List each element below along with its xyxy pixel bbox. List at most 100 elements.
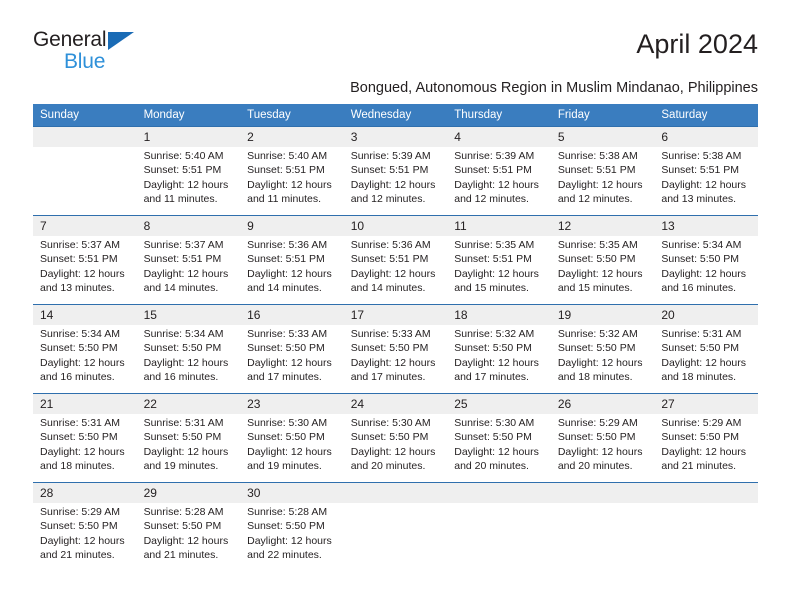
daylight-text-line1: Daylight: 12 hours [350, 178, 436, 191]
calendar-day-cell[interactable]: 28 Sunrise: 5:29 AM Sunset: 5:50 PM Dayligh… [33, 482, 137, 571]
calendar-day-cell[interactable]: 14 Sunrise: 5:34 AM Sunset: 5:50 PM Dayligh… [33, 304, 137, 394]
day-number: 13 [654, 216, 758, 236]
daylight-text-line2: and 13 minutes. [661, 192, 737, 205]
sunset-text: Sunset: 5:50 PM [661, 431, 740, 444]
calendar-day-cell[interactable]: 23 Sunrise: 5:30 AM Sunset: 5:50 PM Dayligh… [240, 393, 344, 483]
calendar-day-cell[interactable]: 6 Sunrise: 5:38 AM Sunset: 5:51 PM Daylight… [654, 126, 758, 216]
daylight-text-line1: Daylight: 12 hours [247, 534, 332, 547]
calendar-day-cell[interactable]: 19 Sunrise: 5:32 AM Sunset: 5:50 PM Dayligh… [550, 304, 655, 394]
daylight-text-line2: and 21 minutes. [40, 548, 115, 561]
sunset-text: Sunset: 5:51 PM [661, 164, 740, 177]
day-number [33, 127, 137, 147]
calendar-day-cell[interactable]: 11 Sunrise: 5:35 AM Sunset: 5:51 PM Dayligh… [447, 215, 551, 305]
calendar-day-cell[interactable]: 15 Sunrise: 5:34 AM Sunset: 5:50 PM Dayligh… [136, 304, 241, 394]
daylight-text-line2: and 19 minutes. [247, 459, 322, 472]
calendar-day-cell[interactable]: 10 Sunrise: 5:36 AM Sunset: 5:51 PM Dayligh… [343, 215, 448, 305]
generalblue-logo[interactable]: General Blue [33, 28, 183, 76]
day-number: 7 [33, 216, 137, 236]
calendar-day-cell[interactable]: 1 Sunrise: 5:40 AM Sunset: 5:51 PM Daylight… [136, 126, 241, 216]
day-number: 9 [240, 216, 344, 236]
daylight-text-line1: Daylight: 12 hours [143, 534, 229, 547]
calendar-day-cell[interactable]: 9 Sunrise: 5:36 AM Sunset: 5:51 PM Daylight… [240, 215, 344, 305]
sunset-text: Sunset: 5:50 PM [247, 431, 325, 444]
daylight-text-line1: Daylight: 12 hours [557, 445, 643, 458]
calendar-day-cell[interactable]: 17 Sunrise: 5:33 AM Sunset: 5:50 PM Dayligh… [343, 304, 448, 394]
calendar-day-cell[interactable]: 16 Sunrise: 5:33 AM Sunset: 5:50 PM Dayligh… [240, 304, 344, 394]
calendar-day-cell[interactable]: 7 Sunrise: 5:37 AM Sunset: 5:51 PM Daylight… [33, 215, 137, 305]
sunset-text: Sunset: 5:50 PM [350, 431, 429, 444]
sunrise-text: Sunrise: 5:34 AM [661, 239, 742, 251]
daylight-text-line2: and 16 minutes. [40, 370, 115, 383]
day-details: Sunrise: 5:28 AM Sunset: 5:50 PM Daylight:… [240, 503, 344, 562]
day-number: 22 [136, 394, 241, 414]
sunset-text: Sunset: 5:50 PM [557, 342, 636, 355]
daylight-text-line2: and 12 minutes. [454, 192, 529, 205]
day-number: 12 [550, 216, 655, 236]
day-number: 17 [343, 305, 448, 325]
sunset-text: Sunset: 5:51 PM [247, 164, 325, 177]
sunrise-text: Sunrise: 5:39 AM [454, 150, 535, 162]
sunset-text: Sunset: 5:50 PM [454, 342, 532, 355]
calendar-day-cell[interactable]: 25 Sunrise: 5:30 AM Sunset: 5:50 PM Dayligh… [447, 393, 551, 483]
calendar-day-cell[interactable]: 30 Sunrise: 5:28 AM Sunset: 5:50 PM Dayligh… [240, 482, 344, 571]
day-number: 30 [240, 483, 344, 503]
calendar-day-cell[interactable]: 18 Sunrise: 5:32 AM Sunset: 5:50 PM Dayligh… [447, 304, 551, 394]
day-number: 5 [550, 127, 655, 147]
day-number: 29 [136, 483, 241, 503]
sunrise-text: Sunrise: 5:29 AM [661, 417, 742, 429]
sunrise-text: Sunrise: 5:33 AM [350, 328, 431, 340]
calendar-day-cell[interactable]: 2 Sunrise: 5:40 AM Sunset: 5:51 PM Daylight… [240, 126, 344, 216]
daylight-text-line1: Daylight: 12 hours [40, 445, 125, 458]
sunset-text: Sunset: 5:50 PM [661, 342, 740, 355]
day-details: Sunrise: 5:33 AM Sunset: 5:50 PM Daylight:… [344, 325, 448, 384]
sunrise-text: Sunrise: 5:37 AM [40, 239, 120, 251]
daylight-text-line1: Daylight: 12 hours [350, 267, 436, 280]
calendar-day-cell[interactable]: 20 Sunrise: 5:31 AM Sunset: 5:50 PM Dayligh… [654, 304, 758, 394]
daylight-text-line2: and 21 minutes. [661, 459, 737, 472]
location-subtitle: Bongued, Autonomous Region in Muslim Min… [350, 80, 758, 96]
day-details: Sunrise: 5:39 AM Sunset: 5:51 PM Daylight:… [344, 147, 448, 206]
calendar-day-cell[interactable]: 5 Sunrise: 5:38 AM Sunset: 5:51 PM Daylight… [550, 126, 655, 216]
calendar-day-cell[interactable]: 8 Sunrise: 5:37 AM Sunset: 5:51 PM Daylight… [136, 215, 241, 305]
sunset-text: Sunset: 5:50 PM [143, 520, 222, 533]
daylight-text-line2: and 19 minutes. [143, 459, 219, 472]
daylight-text-line2: and 22 minutes. [247, 548, 322, 561]
day-number: 18 [447, 305, 551, 325]
calendar-day-cell[interactable]: 27 Sunrise: 5:29 AM Sunset: 5:50 PM Dayligh… [654, 393, 758, 483]
day-number: 24 [343, 394, 448, 414]
day-number: 3 [343, 127, 448, 147]
calendar-day-cell[interactable]: 21 Sunrise: 5:31 AM Sunset: 5:50 PM Dayligh… [33, 393, 137, 483]
calendar-day-cell[interactable]: 3 Sunrise: 5:39 AM Sunset: 5:51 PM Daylight… [343, 126, 448, 216]
daylight-text-line2: and 15 minutes. [454, 281, 529, 294]
calendar-day-cell[interactable]: 26 Sunrise: 5:29 AM Sunset: 5:50 PM Dayligh… [550, 393, 655, 483]
sunset-text: Sunset: 5:50 PM [40, 342, 118, 355]
calendar-week-row: 7 Sunrise: 5:37 AM Sunset: 5:51 PM Daylight… [33, 215, 758, 305]
daylight-text-line1: Daylight: 12 hours [661, 178, 747, 191]
calendar-day-cell[interactable]: 22 Sunrise: 5:31 AM Sunset: 5:50 PM Dayligh… [136, 393, 241, 483]
sunrise-text: Sunrise: 5:30 AM [350, 417, 431, 429]
calendar-day-cell[interactable]: 12 Sunrise: 5:35 AM Sunset: 5:50 PM Dayligh… [550, 215, 655, 305]
logo-text-blue: Blue [64, 50, 106, 73]
day-number: 23 [240, 394, 344, 414]
day-details: Sunrise: 5:29 AM Sunset: 5:50 PM Daylight:… [33, 503, 137, 562]
daylight-text-line1: Daylight: 12 hours [661, 445, 747, 458]
calendar-day-cell[interactable]: 29 Sunrise: 5:28 AM Sunset: 5:50 PM Dayligh… [136, 482, 241, 571]
weekday-header-friday: Friday [550, 104, 655, 127]
sunset-text: Sunset: 5:50 PM [247, 342, 325, 355]
calendar-day-cell[interactable]: 4 Sunrise: 5:39 AM Sunset: 5:51 PM Daylight… [447, 126, 551, 216]
day-details: Sunrise: 5:36 AM Sunset: 5:51 PM Daylight:… [344, 236, 448, 295]
day-details: Sunrise: 5:37 AM Sunset: 5:51 PM Daylight:… [33, 236, 137, 295]
calendar-week-row: 1 Sunrise: 5:40 AM Sunset: 5:51 PM Daylight… [33, 126, 758, 216]
day-number: 20 [654, 305, 758, 325]
calendar-day-cell-empty [343, 482, 448, 571]
daylight-text-line2: and 16 minutes. [661, 281, 737, 294]
daylight-text-line1: Daylight: 12 hours [350, 445, 436, 458]
sunrise-text: Sunrise: 5:40 AM [247, 150, 328, 162]
daylight-text-line1: Daylight: 12 hours [40, 356, 125, 369]
calendar-day-cell[interactable]: 24 Sunrise: 5:30 AM Sunset: 5:50 PM Dayligh… [343, 393, 448, 483]
daylight-text-line2: and 20 minutes. [454, 459, 529, 472]
sunset-text: Sunset: 5:50 PM [454, 431, 532, 444]
daylight-text-line1: Daylight: 12 hours [454, 445, 539, 458]
sunrise-text: Sunrise: 5:28 AM [143, 506, 224, 518]
calendar-day-cell[interactable]: 13 Sunrise: 5:34 AM Sunset: 5:50 PM Dayligh… [654, 215, 758, 305]
